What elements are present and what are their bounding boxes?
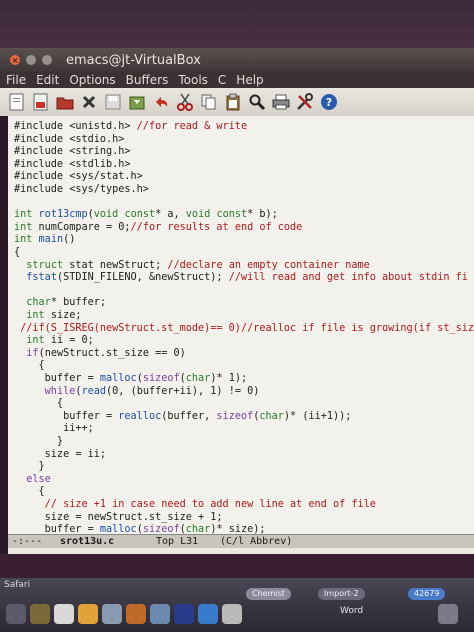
- menu-buffers[interactable]: Buffers: [122, 73, 173, 87]
- code-line: #include <unistd.h> //for read & write: [14, 121, 248, 132]
- code-line: }: [14, 461, 45, 473]
- photoshop-icon[interactable]: [174, 604, 194, 624]
- app-icon[interactable]: [126, 604, 146, 624]
- dock-item-import[interactable]: Import-2: [318, 588, 365, 600]
- code-line: {: [14, 247, 21, 258]
- menu-file[interactable]: File: [2, 73, 30, 87]
- code-line: int size;: [26, 310, 82, 321]
- code-line: #include <string.h>: [14, 146, 131, 158]
- code-line: #include <stdio.h>: [14, 133, 125, 145]
- menu-tools[interactable]: Tools: [174, 73, 212, 87]
- screen-bezel: [0, 0, 474, 48]
- code-line: buffer = malloc(sizeof(char)* size);: [14, 524, 266, 534]
- dock-app-label: Safari: [4, 580, 31, 590]
- modeline-position: Top L31: [156, 536, 199, 547]
- code-line: int ii = 0;: [26, 335, 94, 347]
- mode-line: -:--- srot13u.c Top L31 (C/l Abbrev): [8, 534, 474, 549]
- code-line: {: [14, 398, 64, 410]
- menu-options[interactable]: Options: [65, 73, 119, 87]
- notes-icon[interactable]: [30, 604, 50, 624]
- code-line: buffer = realloc(buffer, sizeof(char)* (…: [14, 410, 352, 422]
- code-line: //if(S_ISREG(newStruct.st_mode)== 0)//re…: [20, 322, 474, 334]
- modeline-mode[interactable]: (C/l Abbrev): [220, 535, 292, 549]
- undo-icon[interactable]: [152, 93, 170, 111]
- dock-item-word[interactable]: Word: [340, 606, 363, 616]
- copy-icon[interactable]: [200, 93, 218, 111]
- app-icon[interactable]: [102, 604, 122, 624]
- finder-icon[interactable]: [6, 604, 26, 624]
- close-buffer-icon[interactable]: [80, 93, 98, 111]
- code-line: if(newStruct.st_size == 0): [26, 347, 186, 359]
- help-icon[interactable]: ?: [320, 93, 338, 111]
- code-line: struct stat newStruct; //declare an empt…: [26, 259, 370, 271]
- code-line: // size +1 in case need to add new line …: [44, 499, 376, 510]
- window-title: emacs@jt-VirtualBox: [66, 52, 201, 68]
- calendar-icon[interactable]: [54, 604, 74, 624]
- code-line: int numCompare = 0;//for results at end …: [14, 221, 303, 233]
- svg-text:?: ?: [326, 96, 332, 109]
- minimize-window-button[interactable]: [26, 55, 36, 65]
- code-line: {: [14, 486, 45, 498]
- dock-item-chemistry[interactable]: Chemist: [246, 588, 291, 600]
- paste-icon[interactable]: [224, 93, 242, 111]
- cut-icon[interactable]: [176, 93, 194, 111]
- code-line: ii++;: [14, 423, 94, 435]
- code-line: #include <sys/types.h>: [14, 184, 149, 195]
- save-icon[interactable]: [104, 93, 122, 111]
- toolbar: ?: [0, 88, 474, 116]
- print-icon[interactable]: [272, 93, 290, 111]
- code-line: size = ii;: [14, 448, 107, 460]
- app-icon[interactable]: [150, 604, 170, 624]
- code-editor[interactable]: #include <unistd.h> //for read & write #i…: [8, 116, 474, 534]
- preferences-icon[interactable]: [296, 93, 314, 111]
- code-line: int rot13cmp(void const* a, void const* …: [14, 209, 278, 221]
- menu-c[interactable]: C: [214, 73, 230, 87]
- code-line: #include <stdlib.h>: [14, 158, 131, 170]
- open-folder-icon[interactable]: [56, 93, 74, 111]
- save-as-icon[interactable]: [128, 93, 146, 111]
- code-line: }: [14, 436, 64, 447]
- code-line: buffer = malloc(sizeof(char)* 1);: [14, 373, 248, 384]
- code-line: fstat(STDIN_FILENO, &newStruct); //will …: [26, 272, 468, 284]
- search-icon[interactable]: [248, 93, 266, 111]
- desktop-background: [0, 554, 474, 578]
- app-icon[interactable]: [438, 604, 458, 624]
- code-line: size = newStruct.st_size + 1;: [14, 511, 223, 523]
- dock-badge-count: 42679: [408, 588, 446, 600]
- menu-help[interactable]: Help: [232, 73, 267, 87]
- code-line: char* buffer;: [26, 297, 107, 309]
- code-line: {: [14, 360, 45, 372]
- code-line: while(read(0, (buffer+ii), 1) != 0): [44, 385, 260, 397]
- modeline-filename[interactable]: srot13u.c: [60, 535, 114, 549]
- menu-bar: File Edit Options Buffers Tools C Help: [0, 72, 474, 88]
- window-titlebar[interactable]: × emacs@jt-VirtualBox: [0, 48, 474, 72]
- app-icon[interactable]: [198, 604, 218, 624]
- code-line: else: [26, 473, 51, 485]
- close-window-button[interactable]: ×: [10, 55, 20, 65]
- new-file-icon[interactable]: [8, 93, 26, 111]
- app-icon[interactable]: [222, 604, 242, 624]
- code-line: int main(): [14, 234, 76, 246]
- modeline-status: -:---: [12, 536, 43, 547]
- app-icon[interactable]: [78, 604, 98, 624]
- menu-edit[interactable]: Edit: [32, 73, 63, 87]
- maximize-window-button[interactable]: [42, 55, 52, 65]
- code-line: #include <sys/stat.h>: [14, 171, 143, 183]
- open-file-icon[interactable]: [32, 93, 50, 111]
